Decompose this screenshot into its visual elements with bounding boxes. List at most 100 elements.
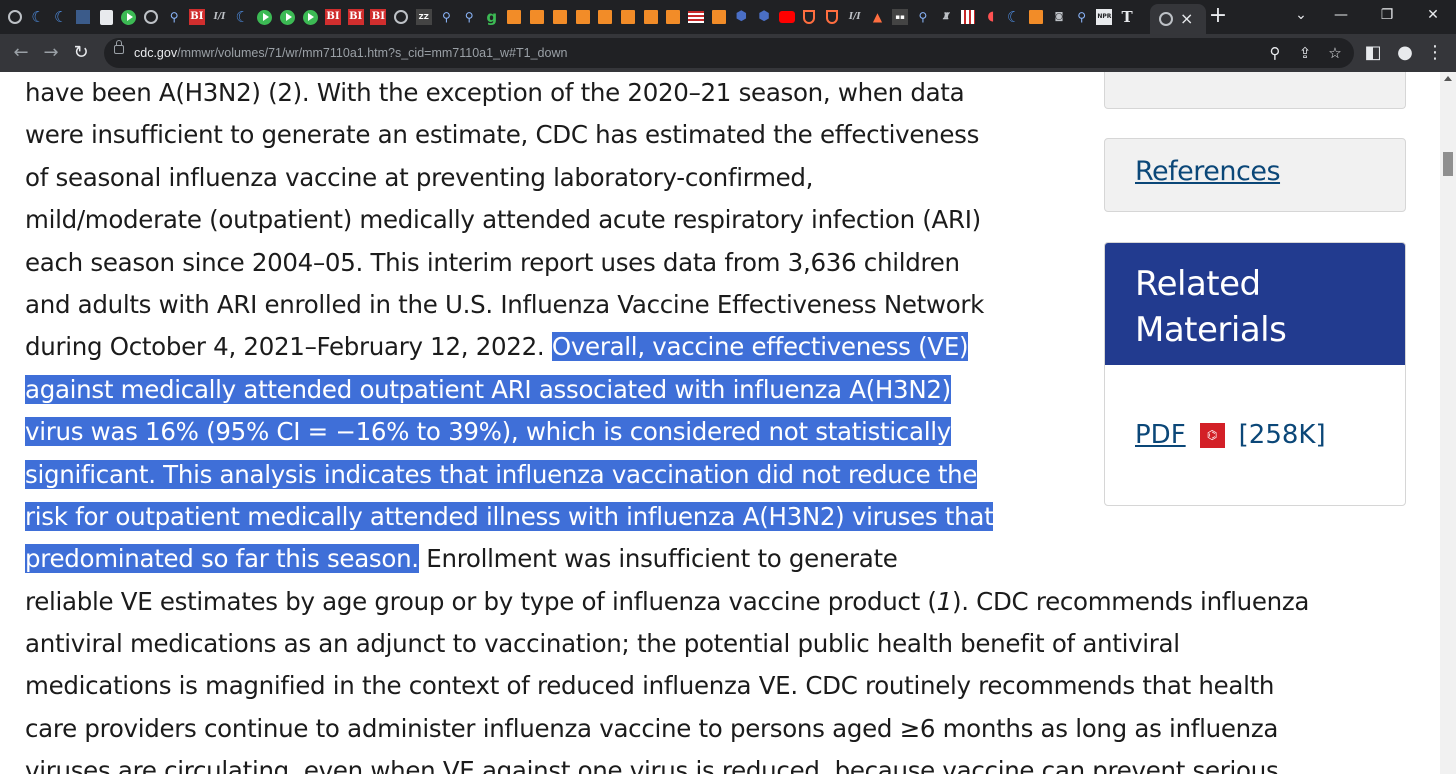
text-segment: Enrollment was insufficient to generate	[418, 544, 898, 574]
red-icon: ◖	[987, 9, 995, 24]
pinned-tab[interactable]: ⚲	[435, 5, 458, 29]
globe-icon	[8, 10, 23, 24]
pinned-tab[interactable]: ⚲	[163, 5, 186, 29]
pinned-tab[interactable]: ▪▪	[889, 5, 912, 29]
pinned-tab[interactable]: ◙	[1048, 5, 1071, 29]
references-box: References	[1104, 138, 1406, 212]
pinned-tab[interactable]	[299, 5, 322, 29]
sidebar-box-top	[1104, 72, 1406, 109]
text-segment: reliable VE estimates by age group or by…	[25, 586, 937, 616]
profile-icon[interactable]: ●	[1390, 38, 1420, 68]
pinned-tab[interactable]	[798, 5, 821, 29]
globe-icon	[1159, 12, 1173, 26]
pinned-tab[interactable]	[276, 5, 299, 29]
bookmark-icon	[620, 10, 635, 24]
pinned-tab[interactable]	[117, 5, 140, 29]
tab-close-button[interactable]: ×	[1180, 11, 1193, 27]
side-panel-icon[interactable]: ◧	[1358, 38, 1388, 68]
pinned-tab[interactable]: g	[480, 5, 503, 29]
pinned-tab[interactable]	[571, 5, 594, 29]
bi-icon: BI	[188, 9, 205, 25]
bookmark-star-icon[interactable]: ☆	[1322, 38, 1348, 68]
zoom-icon[interactable]: ⚲	[1262, 38, 1288, 68]
pinned-tab[interactable]	[140, 5, 163, 29]
pinned-tab[interactable]: ⚲	[912, 5, 935, 29]
article-line: medications is magnified in the context …	[25, 665, 1309, 707]
pinned-tab[interactable]: T	[1116, 5, 1139, 29]
pinned-tab[interactable]	[594, 5, 617, 29]
text-segment: antiviral medications as an adjunct to v…	[25, 629, 1180, 659]
pinned-tab[interactable]: NPR	[1093, 5, 1116, 29]
play-icon	[257, 9, 273, 25]
pinned-tab[interactable]: ☾	[27, 5, 50, 29]
pinned-tab[interactable]	[775, 5, 798, 29]
active-tab[interactable]: ×	[1150, 4, 1206, 34]
back-button[interactable]: ←	[6, 38, 36, 68]
pinned-tab[interactable]	[4, 5, 27, 29]
pinned-tab[interactable]	[526, 5, 549, 29]
pinned-tab[interactable]: ⬢	[730, 5, 753, 29]
pinned-tab[interactable]	[617, 5, 640, 29]
close-window-button[interactable]: ✕	[1410, 0, 1456, 30]
pinned-tab[interactable]: I/I	[843, 5, 866, 29]
pinned-tab[interactable]	[72, 5, 95, 29]
restore-button[interactable]: ❐	[1364, 0, 1410, 30]
pinned-tab[interactable]: BI	[367, 5, 390, 29]
hex-icon: ⬢	[758, 9, 770, 24]
pinned-tab[interactable]: ⬢	[753, 5, 776, 29]
highlighted-text: virus was 16% (95% CI = −16% to 39%), wh…	[25, 417, 951, 447]
search-icon: ⚲	[169, 10, 179, 24]
pinned-tab[interactable]: ▲	[866, 5, 889, 29]
pinned-tab[interactable]	[821, 5, 844, 29]
pinned-tab[interactable]: I/I	[208, 5, 231, 29]
pinned-tab[interactable]: ◖	[980, 5, 1003, 29]
pinned-tab[interactable]	[639, 5, 662, 29]
minimize-button[interactable]: —	[1318, 0, 1364, 30]
new-tab-button[interactable]: +	[1206, 5, 1230, 29]
pinned-tab[interactable]: ⚲	[1070, 5, 1093, 29]
pinned-tab[interactable]: BI	[344, 5, 367, 29]
text-segment: ). CDC recommends influenza	[951, 586, 1310, 616]
text-segment: and adults with ARI enrolled in the U.S.…	[25, 289, 985, 319]
text-segment: each season since 2004–05. This interim …	[25, 247, 960, 277]
scroll-up-arrow[interactable]	[1444, 76, 1452, 81]
pinned-tab[interactable]	[549, 5, 572, 29]
pinned-tab[interactable]: ☾	[1002, 5, 1025, 29]
cdc-icon: ☾	[31, 8, 45, 26]
pinned-tab[interactable]	[957, 5, 980, 29]
pinned-tab[interactable]: ☾	[231, 5, 254, 29]
play-icon	[280, 9, 296, 25]
pinned-tab[interactable]	[662, 5, 685, 29]
pinned-tab[interactable]	[390, 5, 413, 29]
forward-button[interactable]: →	[36, 38, 66, 68]
pinned-tab[interactable]	[503, 5, 526, 29]
pinned-tab[interactable]: BI	[186, 5, 209, 29]
reference-link[interactable]: 1	[937, 587, 953, 616]
pinned-tab[interactable]	[95, 5, 118, 29]
reload-button[interactable]: ↻	[66, 38, 96, 68]
scrollbar-thumb[interactable]	[1443, 152, 1453, 176]
fire-icon: ▲	[872, 10, 883, 24]
references-link[interactable]: References	[1135, 156, 1281, 187]
share-icon[interactable]: ⇪	[1292, 38, 1318, 68]
pdf-icon[interactable]: ⌬	[1199, 422, 1225, 448]
pinned-tab[interactable]: ⚲	[458, 5, 481, 29]
highlighted-text: predominated so far this season.	[25, 544, 419, 574]
lock-icon[interactable]	[114, 40, 124, 54]
pinned-tab[interactable]	[685, 5, 708, 29]
pinned-tab[interactable]: BI	[322, 5, 345, 29]
pinned-tab[interactable]	[1025, 5, 1048, 29]
menu-icon[interactable]: ⋮	[1420, 38, 1450, 68]
bookmark-icon	[530, 10, 545, 24]
pdf-link[interactable]: PDF	[1135, 420, 1186, 450]
address-bar[interactable]: cdc.gov/mmwr/volumes/71/wr/mm7110a1.htm?…	[104, 38, 1354, 68]
pinned-tab[interactable]	[254, 5, 277, 29]
pinned-tab[interactable]: ♜	[934, 5, 957, 29]
pinned-tab[interactable]	[707, 5, 730, 29]
pinned-tab[interactable]: ☾	[49, 5, 72, 29]
url-text[interactable]: cdc.gov/mmwr/volumes/71/wr/mm7110a1.htm?…	[134, 38, 567, 68]
nyt-icon: T	[1121, 8, 1133, 26]
pinned-tab[interactable]: ZZ	[412, 5, 435, 29]
italic-icon: ♜	[941, 12, 950, 22]
vertical-scrollbar[interactable]	[1440, 72, 1456, 774]
